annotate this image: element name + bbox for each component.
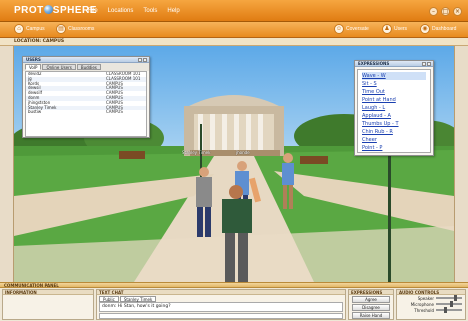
users-list: devid2 CLASSROOM 101 jg CLASSROOM 101 Kord… <box>25 71 147 137</box>
audio-controls-box: AUDIO CONTROLS Speaker Microphone Thresh… <box>396 289 466 320</box>
expressions-list: Wave - W Sit - S Time Out Point at Hand … <box>357 69 431 153</box>
title-bar: PROT SPHERE File Locations Tools Help – □… <box>0 0 468 22</box>
nametag-jhonde: jhonde <box>236 150 250 155</box>
information-box: INFORMATION <box>2 289 94 320</box>
location-bar: LOCATION: CAMPUS <box>0 38 468 46</box>
users-panel: USERS VoIP Online Users Buddies devid2 CL… <box>22 56 150 138</box>
maximize-button[interactable]: □ <box>441 7 450 16</box>
tab-buddies[interactable]: Buddies <box>76 64 101 70</box>
menu-file[interactable]: File <box>88 8 98 14</box>
chat-input[interactable] <box>99 313 343 319</box>
chat-log: donm: Hi Stan, how's it going? <box>99 302 343 312</box>
expression-applaud[interactable]: Applaud - A <box>362 112 426 120</box>
menu-bar: File Locations Tools Help <box>88 8 180 14</box>
expression-point[interactable]: Point - P <box>362 144 426 152</box>
campus-icon: ⌂ <box>14 24 24 34</box>
quick-expressions-title: EXPRESSIONS <box>349 290 393 295</box>
campus-button[interactable]: ⌂ Campus <box>14 24 45 34</box>
tab-online-users[interactable]: Online Users <box>42 64 76 70</box>
window-controls: – □ × <box>429 7 462 16</box>
users-button[interactable]: ♟ Users <box>382 24 407 34</box>
expressions-panel-title: EXPRESSIONS <box>358 61 390 66</box>
chat-tab-public[interactable]: Public <box>99 296 119 302</box>
dashboard-icon: ◉ <box>420 24 430 34</box>
tab-voip[interactable]: VoIP <box>25 64 42 70</box>
menu-tools[interactable]: Tools <box>143 8 157 14</box>
converse-label: Coversate <box>346 26 369 32</box>
expression-cheer[interactable]: Cheer <box>362 136 426 144</box>
left-frame <box>0 46 14 282</box>
globe-icon <box>43 5 53 14</box>
menu-help[interactable]: Help <box>167 8 179 14</box>
chat-tabs: Public Stanley Timek <box>97 295 345 302</box>
chat-tab-stanley[interactable]: Stanley Timek <box>119 296 157 302</box>
speaker-label: Speaker <box>417 295 434 301</box>
microphone-slider[interactable] <box>436 301 462 307</box>
communication-panel: INFORMATION TEXT CHAT Public Stanley Tim… <box>0 288 468 321</box>
converse-icon: ☺ <box>334 24 344 34</box>
user-location: CAMPUS <box>106 109 123 115</box>
expression-time-out[interactable]: Time Out <box>362 88 426 96</box>
converse-button[interactable]: ☺ Coversate <box>334 24 369 34</box>
microphone-label: Microphone <box>410 301 434 307</box>
app-logo: PROT SPHERE <box>14 5 97 16</box>
agree-button[interactable]: Agree <box>352 296 390 303</box>
expression-sit[interactable]: Sit - S <box>362 80 426 88</box>
expression-thumbs-up[interactable]: Thumbs Up - T <box>362 120 426 128</box>
users-icon: ♟ <box>382 24 392 34</box>
logo-text-left: PROT <box>14 5 44 16</box>
users-panel-header: USERS <box>23 57 149 63</box>
disagree-button[interactable]: Disagree <box>352 304 390 311</box>
text-chat-box: TEXT CHAT Public Stanley Timek donm: Hi … <box>96 289 346 320</box>
expressions-panel: EXPRESSIONS Wave - W Sit - S Time Out Po… <box>354 60 434 156</box>
expression-laugh[interactable]: Laugh - L <box>362 104 426 112</box>
threshold-row: Threshold <box>397 307 465 313</box>
list-item[interactable]: bustiw CAMPUS <box>26 110 146 115</box>
panel-close-button[interactable] <box>427 62 431 66</box>
panel-close-button[interactable] <box>143 58 147 62</box>
raise-hand-button[interactable]: Raise Hand <box>352 312 390 319</box>
expression-chin-rub[interactable]: Chin Rub - R <box>362 128 426 136</box>
quick-expressions-box: EXPRESSIONS Agree Disagree Raise Hand <box>348 289 394 320</box>
menu-locations[interactable]: Locations <box>108 8 134 14</box>
panel-minimize-button[interactable] <box>138 58 142 62</box>
users-panel-title: USERS <box>26 57 41 62</box>
toolbar: ⌂ Campus ▤ Classrooms ☺ Coversate ♟ User… <box>0 22 468 38</box>
users-label: Users <box>394 26 408 32</box>
dashboard-button[interactable]: ◉ Dashboard <box>420 24 456 34</box>
threshold-slider[interactable] <box>436 307 462 313</box>
information-title: INFORMATION <box>3 290 93 295</box>
close-button[interactable]: × <box>453 7 462 16</box>
right-frame <box>454 46 468 282</box>
panel-minimize-button[interactable] <box>422 62 426 66</box>
minimize-button[interactable]: – <box>429 7 438 16</box>
classrooms-button[interactable]: ▤ Classrooms <box>56 24 94 34</box>
speaker-slider[interactable] <box>436 295 462 301</box>
expression-wave[interactable]: Wave - W <box>362 72 426 80</box>
classroom-icon: ▤ <box>56 24 66 34</box>
users-tabs: VoIP Online Users Buddies <box>23 63 149 71</box>
scene-viewport[interactable]: Stanley Timek jhonde USERS VoIP Online U… <box>14 46 454 282</box>
expression-point-at-hand[interactable]: Point at Hand <box>362 96 426 104</box>
campus-label: Campus <box>26 26 45 32</box>
nametag-stanley: Stanley Timek <box>182 150 211 155</box>
classrooms-label: Classrooms <box>68 26 95 32</box>
dashboard-label: Dashboard <box>432 26 457 32</box>
expressions-panel-header: EXPRESSIONS <box>355 61 433 67</box>
user-name: bustiw <box>28 109 42 115</box>
threshold-label: Threshold <box>414 307 434 313</box>
